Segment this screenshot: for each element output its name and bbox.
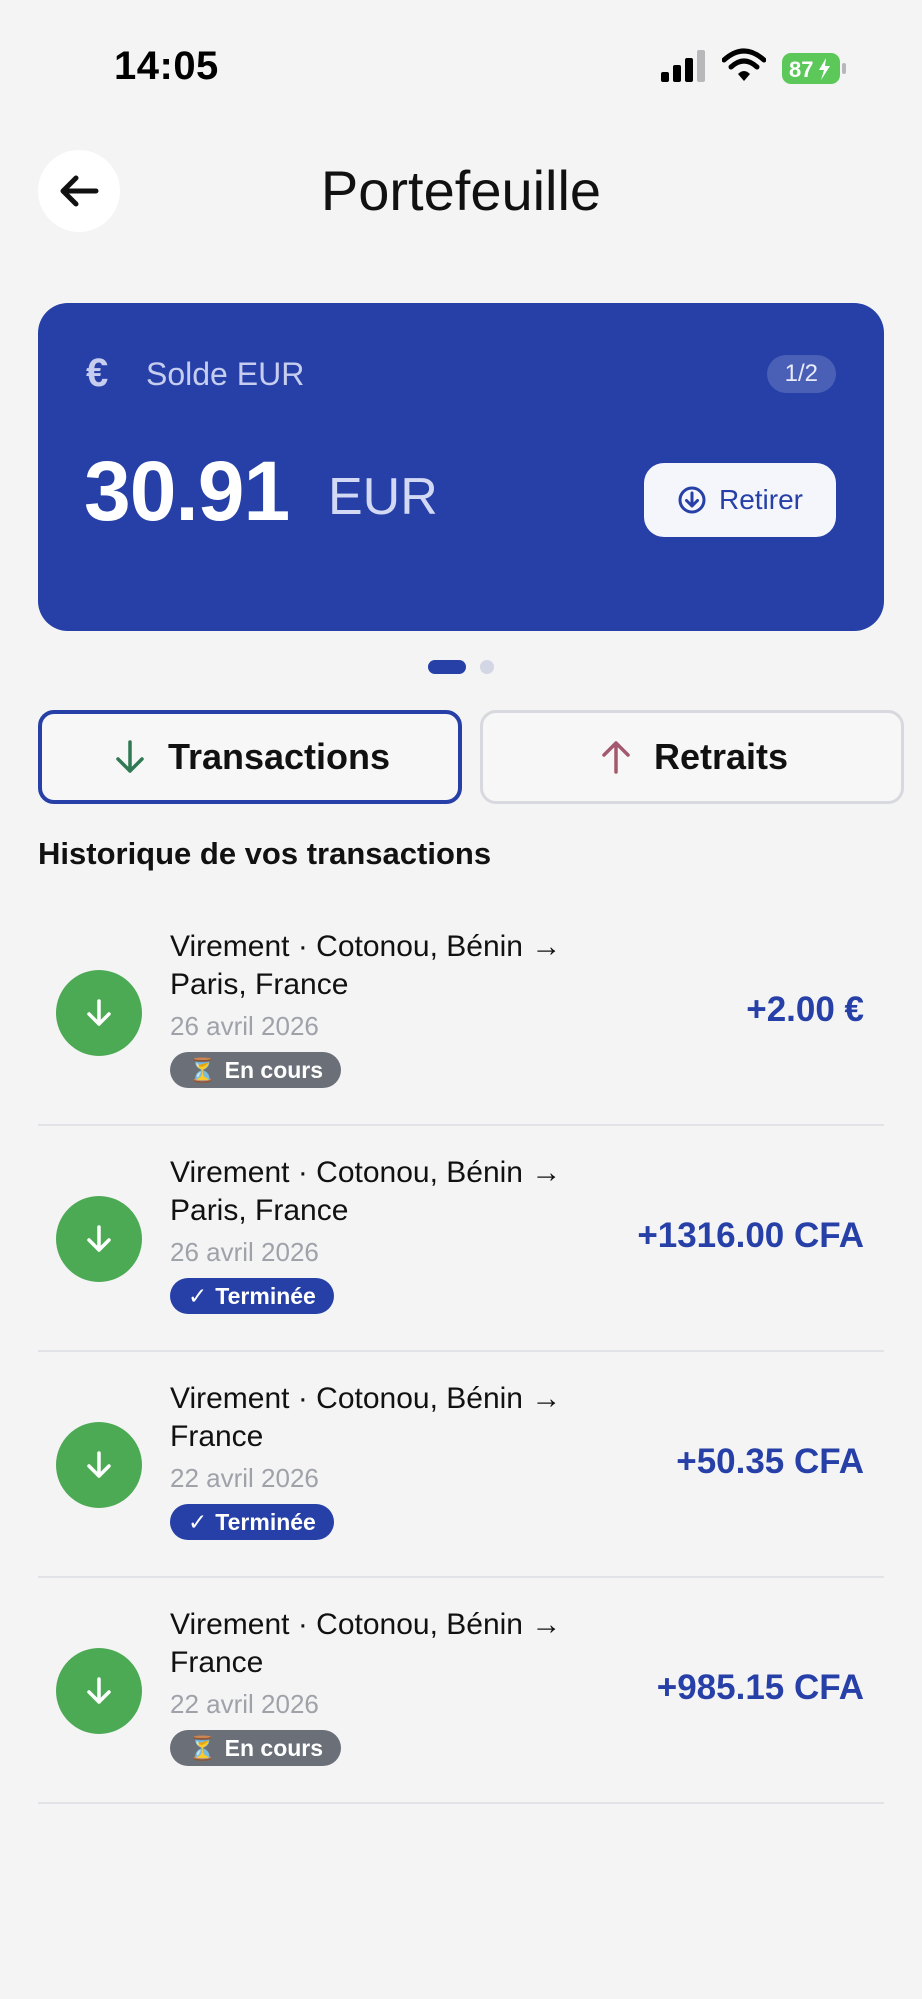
status-badge-label: Terminée xyxy=(215,1282,316,1309)
wallet-screen: 14:05 87 Portefeuille € Solde EUR 1/2 30… xyxy=(0,0,922,1999)
page-title: Portefeuille xyxy=(320,159,602,222)
incoming-arrow-icon xyxy=(56,1196,142,1282)
status-badge: ✓ Terminée xyxy=(170,1278,334,1314)
transaction-title: Virement · Cotonou, Bénin → France xyxy=(170,1382,562,1453)
section-title: Historique de vos transactions xyxy=(38,836,492,871)
transaction-amount: +2.00 € xyxy=(746,990,864,1029)
withdraw-button[interactable]: Retirer xyxy=(644,463,836,537)
arrow-down-icon xyxy=(116,740,144,773)
balance-amount: 30.91 xyxy=(84,444,290,538)
card-page-indicator: 1/2 xyxy=(766,355,836,393)
hourglass-icon: ⏳ xyxy=(188,1056,217,1083)
transaction-row[interactable]: Virement · Cotonou, Bénin → France 22 av… xyxy=(38,1578,884,1804)
checkmark-icon: ✓ xyxy=(188,1282,208,1309)
card-pager xyxy=(0,660,922,674)
arrow-up-icon xyxy=(602,741,630,774)
tab-transactions-label: Transactions xyxy=(167,736,391,777)
battery-icon: 87 xyxy=(782,53,846,84)
pager-dot-active[interactable] xyxy=(428,660,466,674)
transaction-list: Virement · Cotonou, Bénin → Paris, Franc… xyxy=(38,900,884,1804)
transaction-date: 22 avril 2026 xyxy=(170,1689,319,1719)
battery-level: 87 xyxy=(789,57,813,82)
transaction-row[interactable]: Virement · Cotonou, Bénin → Paris, Franc… xyxy=(38,900,884,1126)
transaction-amount: +985.15 CFA xyxy=(656,1668,864,1707)
transaction-details: Virement · Cotonou, Bénin → Paris, Franc… xyxy=(170,928,640,1088)
status-badge-label: En cours xyxy=(224,1056,324,1083)
download-circle-icon xyxy=(678,486,706,514)
euro-icon: € xyxy=(86,351,109,395)
transaction-title: Virement · Cotonou, Bénin → France xyxy=(170,1608,562,1679)
hourglass-icon: ⏳ xyxy=(188,1734,217,1761)
tab-withdrawals-label: Retraits xyxy=(653,736,789,777)
checkmark-icon: ✓ xyxy=(188,1508,208,1535)
status-badge: ✓ Terminée xyxy=(170,1504,334,1540)
transaction-title: Virement · Cotonou, Bénin → Paris, Franc… xyxy=(170,1156,562,1227)
wifi-icon xyxy=(722,48,766,81)
transaction-details: Virement · Cotonou, Bénin → France 22 av… xyxy=(170,1380,590,1540)
transaction-details: Virement · Cotonou, Bénin → Paris, Franc… xyxy=(170,1154,590,1314)
tab-withdrawals[interactable]: Retraits xyxy=(480,710,904,804)
status-bar: 14:05 87 xyxy=(0,0,922,120)
incoming-arrow-icon xyxy=(56,1422,142,1508)
incoming-arrow-icon xyxy=(56,1648,142,1734)
status-badge: ⏳ En cours xyxy=(170,1730,342,1766)
status-badge-label: Terminée xyxy=(215,1508,316,1535)
transaction-amount: +1316.00 CFA xyxy=(637,1216,864,1255)
transaction-details: Virement · Cotonou, Bénin → France 22 av… xyxy=(170,1606,590,1766)
balance-label: Solde EUR xyxy=(146,356,305,392)
transaction-date: 22 avril 2026 xyxy=(170,1463,319,1493)
transaction-date: 26 avril 2026 xyxy=(170,1011,319,1041)
transaction-title: Virement · Cotonou, Bénin → Paris, Franc… xyxy=(170,930,562,1001)
transaction-row[interactable]: Virement · Cotonou, Bénin → Paris, Franc… xyxy=(38,1126,884,1352)
transaction-row[interactable]: Virement · Cotonou, Bénin → France 22 av… xyxy=(38,1352,884,1578)
pager-dot[interactable] xyxy=(480,660,494,674)
tab-transactions[interactable]: Transactions xyxy=(38,710,462,804)
balance-currency: EUR xyxy=(328,468,438,526)
cellular-signal-icon xyxy=(661,50,705,82)
balance-card[interactable]: € Solde EUR 1/2 30.91 EUR Retirer xyxy=(38,303,884,631)
transaction-date: 26 avril 2026 xyxy=(170,1237,319,1267)
withdraw-button-label: Retirer xyxy=(718,484,803,515)
status-badge-label: En cours xyxy=(224,1734,324,1761)
transaction-amount: +50.35 CFA xyxy=(676,1442,864,1481)
status-badge: ⏳ En cours xyxy=(170,1052,342,1088)
status-time: 14:05 xyxy=(114,44,219,88)
incoming-arrow-icon xyxy=(56,970,142,1056)
